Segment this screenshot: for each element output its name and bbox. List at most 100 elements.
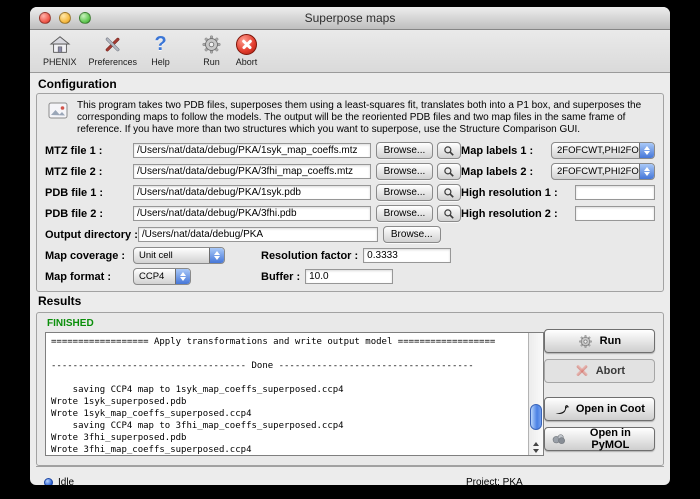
output-directory-label: Output directory : [45,229,138,241]
mtz-file-1-browse-button[interactable]: Browse... [376,142,434,159]
form-row-map-format: Map format : CCP4 Buffer : [45,267,655,286]
mtz-file-2-input[interactable] [133,164,371,179]
pdb-file-1-view-button[interactable] [437,184,461,201]
high-resolution-1-group: High resolution 1 : [461,185,655,200]
map-labels-1-group: Map labels 1 : 2FOFCWT,PHI2FOF... [461,142,655,159]
results-panel: FINISHED ================== Apply transf… [36,312,664,466]
open-in-coot-button[interactable]: Open in Coot [544,397,655,421]
close-button[interactable] [39,12,51,24]
results-heading: Results [38,294,664,308]
pdb-file-2-browse-button[interactable]: Browse... [376,205,434,222]
status-bar: Idle Project: PKA [36,466,664,485]
map-coverage-label: Map coverage : [45,250,133,262]
popup-arrows-icon [639,143,654,158]
mtz-file-2-browse-button[interactable]: Browse... [376,163,434,180]
mtz-file-2-view-button[interactable] [437,163,461,180]
finished-status: FINISHED [47,318,544,329]
toolbar-label: Help [151,57,170,67]
toolbar-item-preferences[interactable]: Preferences [84,32,143,68]
output-directory-browse-button[interactable]: Browse... [383,226,441,243]
form-row-map-coverage: Map coverage : Unit cell Resolution fact… [45,246,655,265]
mtz-file-1-view-button[interactable] [437,142,461,159]
program-description: This program takes two PDB files, superp… [77,100,655,136]
abort-button[interactable]: Abort [544,359,655,383]
form-row-mtz-2: MTZ file 2 : Browse... Map labels 2 : 2F… [45,162,655,181]
status-indicator-icon [44,478,53,486]
popup-value: 2FOFCWT,PHI2FOF... [552,166,639,177]
buffer-label: Buffer : [261,271,300,283]
zoom-button[interactable] [79,12,91,24]
popup-arrows-icon [175,269,190,284]
popup-value: CCP4 [134,271,175,282]
coot-bird-icon [554,401,570,417]
window-content: Configuration This program takes two PDB… [30,73,670,485]
magnifier-icon [443,166,455,178]
program-info-icon [47,100,69,122]
toolbar: PHENIX Preferences ? Help [30,30,670,73]
map-labels-2-group: Map labels 2 : 2FOFCWT,PHI2FOF... [461,163,655,180]
toolbar-item-help[interactable]: ? Help [144,32,177,68]
map-labels-2-select[interactable]: 2FOFCWT,PHI2FOF... [551,163,655,180]
form-row-mtz-1: MTZ file 1 : Browse... Map labels 1 : 2F… [45,141,655,160]
minimize-button[interactable] [59,12,71,24]
console-scrollbar[interactable] [528,333,543,455]
pdb-file-1-browse-button[interactable]: Browse... [376,184,434,201]
resolution-factor-input[interactable] [363,248,451,263]
console-output[interactable]: ================== Apply transformations… [46,333,543,455]
pdb-file-2-input[interactable] [133,206,371,221]
map-labels-2-label: Map labels 2 : [461,166,533,178]
pymol-icon [551,431,567,447]
run-button-label: Run [600,335,621,347]
buffer-input[interactable] [305,269,393,284]
toolbar-item-run[interactable]: Run [195,32,228,68]
abort-button-label: Abort [596,365,625,377]
results-button-column: Run Abort Open in Coot [544,317,655,457]
high-resolution-1-input[interactable] [575,185,655,200]
configuration-heading: Configuration [38,77,664,91]
program-description-row: This program takes two PDB files, superp… [47,100,655,136]
popup-value: 2FOFCWT,PHI2FOF... [552,145,639,156]
gear-icon [578,333,594,349]
map-labels-1-select[interactable]: 2FOFCWT,PHI2FOF... [551,142,655,159]
configuration-panel: This program takes two PDB files, superp… [36,93,664,292]
results-console-column: FINISHED ================== Apply transf… [45,317,544,457]
toolbar-label: Preferences [89,57,138,67]
form-row-output-dir: Output directory : Browse... [45,225,655,244]
status-text: Idle [58,477,74,486]
high-resolution-2-label: High resolution 2 : [461,208,558,220]
pdb-file-1-label: PDB file 1 : [45,187,133,199]
red-x-icon [574,363,590,379]
abort-icon [235,33,258,56]
form-row-pdb-1: PDB file 1 : Browse... High resolution 1… [45,183,655,202]
scrollbar-arrows[interactable] [529,442,543,453]
open-in-pymol-label: Open in PyMOL [573,427,648,451]
toolbar-item-phenix[interactable]: PHENIX [38,32,82,68]
toolbar-label: Abort [236,57,258,67]
map-labels-1-label: Map labels 1 : [461,145,533,157]
map-coverage-select[interactable]: Unit cell [133,247,225,264]
run-gear-icon [200,33,223,56]
open-in-pymol-button[interactable]: Open in PyMOL [544,427,655,451]
traffic-lights [39,12,91,24]
popup-arrows-icon [639,164,654,179]
title-bar[interactable]: Superpose maps [30,7,670,30]
pdb-file-1-input[interactable] [133,185,371,200]
mtz-file-2-label: MTZ file 2 : [45,166,133,178]
magnifier-icon [443,187,455,199]
high-resolution-2-input[interactable] [575,206,655,221]
preferences-icon [101,33,124,56]
scrollbar-thumb[interactable] [530,404,542,430]
pdb-file-2-label: PDB file 2 : [45,208,133,220]
pdb-file-2-view-button[interactable] [437,205,461,222]
mtz-file-1-label: MTZ file 1 : [45,145,133,157]
toolbar-label: Run [203,57,220,67]
console-output-area: ================== Apply transformations… [45,332,544,456]
output-directory-input[interactable] [138,227,378,242]
high-resolution-1-label: High resolution 1 : [461,187,558,199]
map-format-select[interactable]: CCP4 [133,268,191,285]
run-button[interactable]: Run [544,329,655,353]
toolbar-item-abort[interactable]: Abort [230,32,263,68]
help-icon: ? [149,33,172,56]
map-format-label: Map format : [45,271,133,283]
mtz-file-1-input[interactable] [133,143,371,158]
